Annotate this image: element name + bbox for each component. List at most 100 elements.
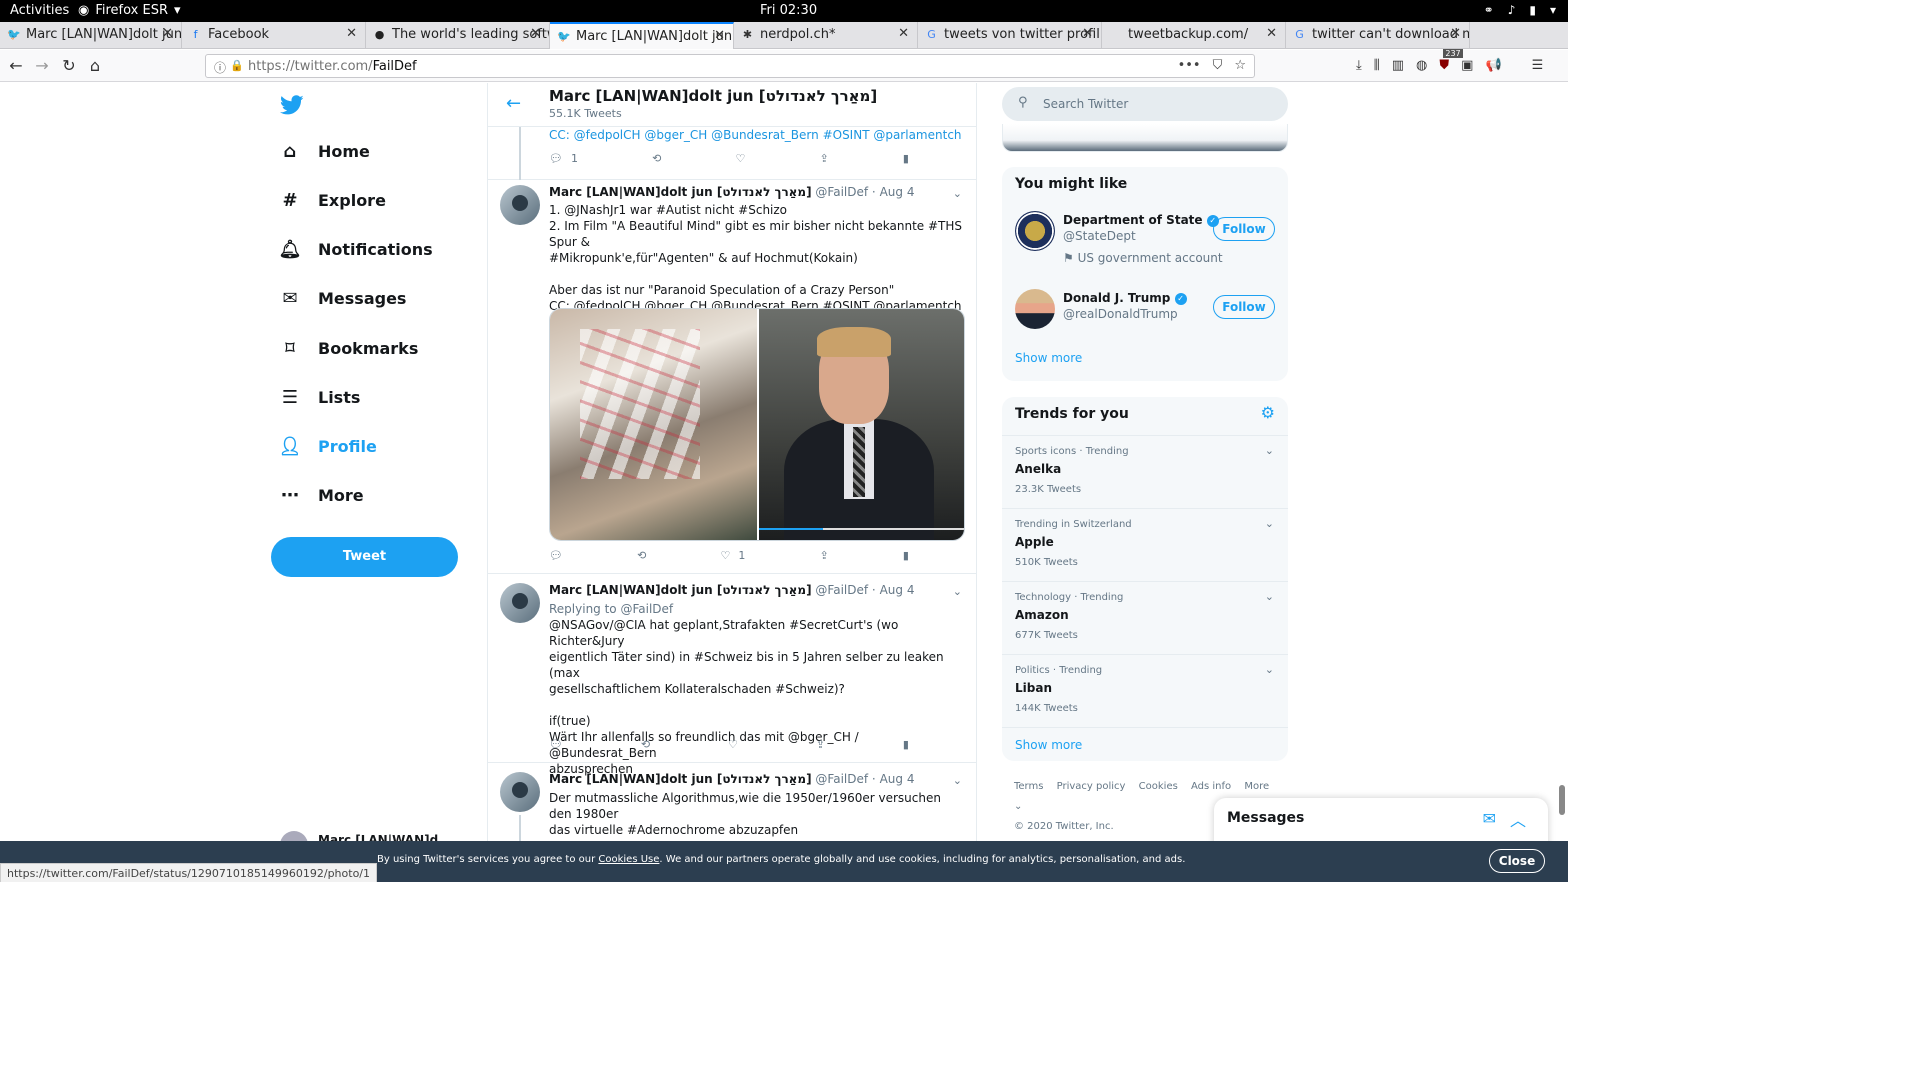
tab-google-download[interactable]: Gtwitter can't download m ✕	[1286, 22, 1470, 49]
hamburger-menu-icon[interactable]: ☰	[1532, 58, 1544, 73]
suggested-account[interactable]: Department of State ✓ @StateDept ⚑ US go…	[1015, 211, 1275, 273]
avatar[interactable]	[500, 583, 540, 623]
like-button[interactable]: ♡	[736, 152, 746, 165]
footer-link-ads[interactable]: Ads info	[1191, 781, 1231, 792]
like-button[interactable]: ♡	[728, 738, 738, 751]
tweet-date[interactable]: Aug 4	[880, 185, 915, 199]
chevron-down-icon[interactable]: ⌄	[953, 187, 962, 200]
tab-nerdpol[interactable]: ✱ nerdpol.ch* ✕	[734, 22, 918, 49]
analytics-button[interactable]: ▮	[903, 549, 909, 562]
avatar[interactable]	[500, 772, 540, 812]
show-more-link[interactable]: Show more	[1015, 738, 1082, 752]
extension-icon[interactable]: ◍	[1416, 58, 1427, 73]
footer-link-terms[interactable]: Terms	[1014, 781, 1043, 792]
show-more-link[interactable]: Show more	[1015, 351, 1082, 365]
activities-button[interactable]: Activities	[10, 3, 69, 18]
sidebar-item-messages[interactable]: ✉ Messages	[280, 288, 406, 309]
retweet-button[interactable]: ⟲	[641, 738, 650, 751]
bookmark-star-icon[interactable]: ☆	[1234, 58, 1246, 73]
footer-link-privacy[interactable]: Privacy policy	[1057, 781, 1126, 792]
author-name[interactable]: Marc [LAN|WAN]dolt jun [מאַרך לאנדולט]	[549, 185, 812, 199]
trend-item[interactable]: Trending in Switzerland Apple 510K Tweets ⌄	[1002, 508, 1288, 581]
reload-button[interactable]: ↻	[59, 56, 79, 75]
tweet-date[interactable]: Aug 4	[880, 583, 915, 597]
back-arrow-icon[interactable]: ←	[506, 93, 521, 114]
system-tray[interactable]: ⚭ ♪ ▮ ▾	[1484, 3, 1556, 17]
trend-item[interactable]: Politics · Trending Liban 144K Tweets ⌄	[1002, 654, 1288, 727]
settings-gear-icon[interactable]: ⚙	[1261, 403, 1275, 422]
tab-twitter-1[interactable]: 🐦 Marc [LAN|WAN]dolt jun ✕	[0, 22, 182, 49]
tab-github[interactable]: ● The world's leading softw ✕	[366, 22, 550, 49]
back-button[interactable]: ←	[6, 56, 26, 75]
follow-button[interactable]: Follow	[1213, 217, 1275, 241]
url-bar[interactable]: ⓘ 🔒 https://twitter.com/FailDef ••• ⛉ ☆	[205, 54, 1255, 78]
author-handle[interactable]: @FailDef	[815, 185, 868, 199]
scrollbar[interactable]	[1559, 785, 1565, 815]
analytics-button[interactable]: ▮	[903, 738, 909, 751]
follow-button[interactable]: Follow	[1213, 295, 1275, 319]
close-tab-icon[interactable]: ✕	[714, 28, 725, 43]
tab-facebook[interactable]: f Facebook ✕	[182, 22, 366, 49]
sidebar-item-home[interactable]: ⌂ Home	[280, 141, 370, 162]
new-message-icon[interactable]: ✉	[1483, 809, 1496, 828]
close-tab-icon[interactable]: ✕	[898, 26, 909, 41]
tweet-button[interactable]: Tweet	[271, 537, 458, 577]
tab-twitter-active[interactable]: 🐦 Marc [LAN|WAN]dolt jun ✕	[550, 22, 734, 49]
share-button[interactable]: ⇪	[816, 738, 825, 751]
info-icon[interactable]: ⓘ	[214, 59, 226, 76]
tweet[interactable]: Marc [LAN|WAN]dolt jun [מאַרך לאנדולט] @…	[488, 180, 976, 574]
library-icon[interactable]: ⫼	[1374, 58, 1380, 73]
tab-google-search[interactable]: Gtweets von twitter profil ✕	[918, 22, 1102, 49]
close-tab-icon[interactable]: ✕	[1082, 26, 1093, 41]
author-name[interactable]: Marc [LAN|WAN]dolt jun [מאַרך לאנדולט]	[549, 583, 812, 597]
close-tab-icon[interactable]: ✕	[530, 26, 541, 41]
state-department-seal-icon[interactable]	[1015, 211, 1055, 251]
twitter-logo-icon[interactable]	[280, 93, 304, 117]
close-tab-icon[interactable]: ✕	[162, 26, 173, 41]
close-button[interactable]: Close	[1489, 849, 1545, 873]
replying-to[interactable]: Replying to @FailDef	[549, 601, 964, 617]
ublock-icon[interactable]: ⛊ 237	[1439, 49, 1463, 73]
search-input[interactable]: ⚲ Search Twitter	[1002, 87, 1288, 121]
sidebar-item-notifications[interactable]: 🔔︎ Notifications	[279, 239, 433, 260]
clock[interactable]: Fri 02:30	[760, 3, 817, 18]
pocket-icon[interactable]: ⛉	[1213, 58, 1223, 73]
close-tab-icon[interactable]: ✕	[1450, 26, 1461, 41]
sidebar-item-lists[interactable]: ☰ Lists	[280, 387, 360, 408]
author-handle[interactable]: @FailDef	[815, 583, 868, 597]
sidebar-icon[interactable]: ▥	[1392, 58, 1404, 73]
analytics-button[interactable]: ▮	[903, 152, 909, 165]
chevron-down-icon[interactable]: ⌄	[1265, 663, 1274, 676]
close-tab-icon[interactable]: ✕	[346, 26, 357, 41]
sidebar-item-profile[interactable]: 👤︎ Profile	[279, 436, 377, 457]
megaphone-icon[interactable]: 📢	[1485, 58, 1501, 73]
media-image-1[interactable]	[550, 309, 757, 540]
tweet[interactable]: CC: @fedpolCH @bger_CH @Bundesrat_Bern #…	[488, 127, 976, 180]
reply-button[interactable]: 💬︎ 1	[549, 152, 578, 165]
chevron-down-icon[interactable]: ⌄	[1265, 517, 1274, 530]
sidebar-item-more[interactable]: ⋯ More	[280, 485, 364, 506]
cookies-use-link[interactable]: Cookies Use	[598, 854, 659, 865]
extension-icon[interactable]: ▣	[1461, 58, 1473, 73]
avatar[interactable]	[500, 185, 540, 225]
chevron-down-icon[interactable]: ⌄	[953, 585, 962, 598]
author-handle[interactable]: @FailDef	[815, 772, 868, 786]
share-button[interactable]: ⇪	[820, 549, 829, 562]
footer-link-cookies[interactable]: Cookies	[1139, 781, 1178, 792]
sidebar-item-bookmarks[interactable]: ⌑ Bookmarks	[280, 338, 418, 359]
home-button[interactable]: ⌂	[85, 56, 105, 75]
retweet-button[interactable]: ⟲	[652, 152, 661, 165]
media-image-2[interactable]	[759, 309, 964, 540]
tweet-date[interactable]: Aug 4	[880, 772, 915, 786]
video-progress-bar[interactable]	[759, 528, 964, 530]
close-tab-icon[interactable]: ✕	[1266, 26, 1277, 41]
tweet-media[interactable]	[549, 308, 965, 541]
sidebar-item-explore[interactable]: # Explore	[280, 190, 385, 211]
expand-chevron-icon[interactable]: ︿	[1510, 807, 1526, 831]
suggested-account[interactable]: Donald J. Trump ✓ @realDonaldTrump Follo…	[1015, 289, 1275, 335]
tab-tweetbackup[interactable]: tweetbackup.com/✕	[1102, 22, 1286, 49]
app-menu[interactable]: ◉ Firefox ESR ▾	[78, 3, 181, 18]
reply-button[interactable]: 💬︎	[549, 738, 563, 751]
download-icon[interactable]: ⤓	[1356, 58, 1362, 73]
tweet[interactable]: Marc [LAN|WAN]dolt jun [מאַרך לאנדולט] @…	[488, 574, 976, 776]
